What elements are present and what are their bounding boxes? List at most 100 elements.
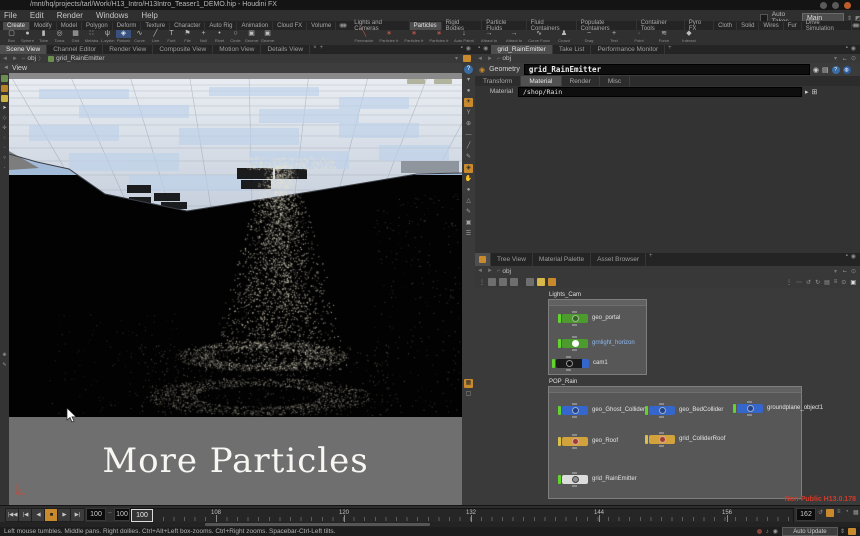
tab-details-view[interactable]: Details View (261, 45, 310, 54)
path-node[interactable]: grid_RainEmitter (56, 55, 104, 62)
range-link-icon[interactable]: ⇔ (107, 510, 113, 516)
tool-rivet[interactable]: •Rivet (212, 30, 227, 45)
node-geo-roof[interactable]: geo_Roof (558, 436, 618, 446)
search-icon[interactable]: ⊙ (851, 268, 856, 275)
tab-network-view[interactable] (475, 253, 491, 266)
node-cam1[interactable]: cam1 (552, 358, 608, 368)
tool-torus[interactable]: ◎Torus (52, 30, 67, 45)
jump-back-icon[interactable]: ← (842, 268, 848, 274)
zoom-icon[interactable]: ⊕ (464, 120, 473, 129)
display-flag[interactable] (558, 475, 561, 484)
path-root[interactable]: obj (502, 55, 511, 62)
path-root[interactable]: obj (27, 55, 36, 62)
node-filter-icon[interactable] (510, 278, 518, 286)
tool-tube[interactable]: ▮Tube (36, 30, 51, 45)
display-flag[interactable] (558, 339, 561, 348)
shelf-tab-modify[interactable]: Modify (30, 22, 57, 30)
auto-update-dropdown[interactable]: Auto Update (782, 527, 838, 536)
display-flag[interactable] (552, 359, 555, 368)
shelf-tab-texture[interactable]: Texture (141, 22, 170, 30)
tool-platonic[interactable]: ◈Platonic So (116, 30, 131, 45)
network-box-header[interactable] (549, 300, 646, 306)
grid-toggle-icon[interactable]: ▣ (464, 219, 473, 228)
window-minimize-button[interactable] (820, 2, 827, 9)
playback-options-icon[interactable]: ≡ (837, 509, 841, 515)
settings-icon[interactable]: ▦ (853, 509, 859, 516)
layout-icon[interactable]: ⋮ (786, 279, 792, 286)
viewport-3d-scene[interactable] (9, 73, 462, 417)
pin-icon[interactable]: ⊙ (851, 55, 856, 62)
tool-particles-from[interactable]: ∗Particles fr (427, 30, 451, 45)
grid-icon[interactable]: ▤ (824, 279, 830, 286)
view-mode-icon[interactable]: ▾ (464, 76, 473, 85)
display-flag[interactable] (558, 406, 561, 415)
end-frame-field[interactable]: 162 (796, 508, 816, 521)
start-frame-field[interactable]: 100 (86, 508, 106, 521)
tool-drag[interactable]: −Drag (577, 30, 601, 45)
shelf-tab-cloudfx[interactable]: Cloud FX (273, 22, 307, 30)
viewport-overlay-button[interactable] (407, 79, 425, 84)
pen-icon[interactable]: ✎ (464, 153, 473, 162)
tool-point[interactable]: ·Point (627, 30, 651, 45)
tool-curve-force[interactable]: ∿Curve Force (527, 30, 551, 45)
dots-icon[interactable]: ⋯ (796, 279, 802, 286)
audio-icon[interactable]: ◔ (845, 509, 849, 515)
flag-filter-icon[interactable] (537, 278, 545, 286)
pointer-tool-icon[interactable]: ➤ (1, 105, 8, 112)
drag-handle-icon[interactable]: ⋮ (479, 279, 485, 286)
tool-geometry[interactable]: ▣Geometr (260, 30, 275, 45)
window-maximize-button[interactable] (832, 2, 839, 9)
node-filter-icon[interactable] (488, 278, 496, 286)
shelf-tab-cloth[interactable]: Cloth (714, 22, 737, 30)
loop-icon[interactable]: ↺ (818, 509, 823, 516)
update-spinner-icon[interactable]: ⇕ (840, 528, 845, 535)
network-box-title[interactable]: Lights_Cam (549, 292, 581, 298)
help-icon[interactable]: ? (832, 66, 840, 74)
tab-performance-monitor[interactable]: Performance Monitor (591, 45, 665, 54)
tab-misc[interactable]: Misc (600, 76, 630, 86)
list-icon[interactable]: ☰ (464, 230, 473, 239)
display-flag[interactable] (733, 404, 736, 413)
node-geo-bedcollider[interactable]: geo_BedCollider (645, 405, 723, 415)
tool-test[interactable]: +Test (602, 30, 626, 45)
node-chooser-icon[interactable]: ▸ (805, 88, 809, 96)
move-tool-icon[interactable] (1, 95, 8, 102)
shelf-tab-wires[interactable]: Wires (759, 22, 783, 30)
shelf-tab-particles[interactable]: Particles (410, 22, 442, 30)
lighting-icon[interactable]: ☀ (464, 98, 473, 107)
node-grnlight-horizon[interactable]: grnlight_horizon (558, 338, 635, 348)
node-name-field[interactable]: grid_RainEmitter (524, 64, 810, 75)
tool-attract[interactable]: →Attract to (477, 30, 501, 45)
jump-back-icon[interactable]: ← (842, 56, 848, 62)
tool-icon[interactable]: ◦ (1, 165, 8, 172)
gear-icon[interactable]: ◉ (813, 66, 819, 74)
open-floating-icon[interactable]: ⊞ (812, 88, 818, 96)
tool-box[interactable]: ▢Box (4, 30, 19, 45)
shelf-tab-volume[interactable]: Volume (307, 22, 336, 30)
shelf-tab-model[interactable]: Model (57, 22, 82, 30)
tool-auto-patrol[interactable]: ↓Auto Patrol (452, 30, 476, 45)
forward-arrow-icon[interactable]: ► (487, 56, 493, 62)
pane-maximize-icon[interactable]: ▪ (846, 45, 848, 54)
tool-firecracker[interactable]: ╲Firecracke (352, 30, 376, 45)
frame-all-icon[interactable]: ▣ (850, 279, 856, 286)
search-icon[interactable]: ⊙ (841, 279, 846, 286)
network-box-header[interactable] (549, 387, 801, 393)
dot-icon[interactable]: ● (464, 186, 473, 195)
tool-null[interactable]: +Null (196, 30, 211, 45)
realtime-toggle-icon[interactable] (826, 509, 834, 517)
handles-tool-icon[interactable]: ◇ (1, 115, 8, 122)
display-flag[interactable] (645, 406, 648, 415)
shade-icon[interactable]: ● (464, 87, 473, 96)
tool-particles-from[interactable]: ∗Particles fr (402, 30, 426, 45)
close-tab-icon[interactable]: × (313, 45, 317, 54)
language-icon[interactable]: ◍ (843, 66, 851, 74)
pane-maximize-icon[interactable]: ▪ (846, 253, 848, 266)
snapshot-icon[interactable] (463, 55, 471, 62)
tool-curve[interactable]: ∿Curve (132, 30, 147, 45)
menu-help[interactable]: Help (141, 11, 157, 20)
list-icon[interactable]: ≡ (834, 279, 838, 285)
connect-icon[interactable]: ↻ (815, 279, 820, 286)
material-path-field[interactable]: /shop/Rain (518, 87, 802, 97)
window-close-button[interactable] (844, 2, 851, 9)
